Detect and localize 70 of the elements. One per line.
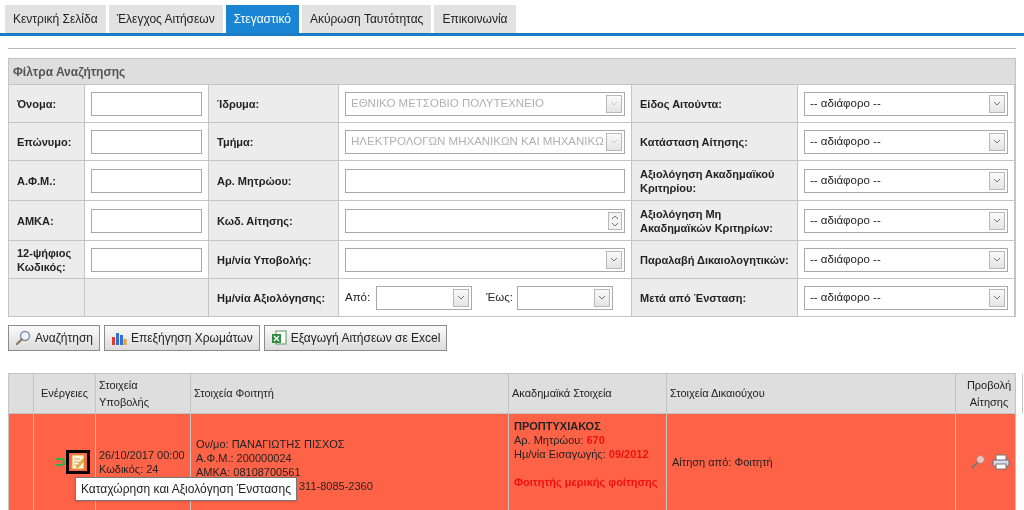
student-text: Ον/μο: ΠΑΝΑΓΙΩΤΗΣ ΠΙΣΧΟΣ (196, 437, 345, 451)
toolbar-button[interactable]: Επεξήγηση Χρωμάτων (103, 325, 260, 351)
column-header: Ενέργειες (40, 386, 89, 402)
bar-chart-icon (110, 330, 127, 346)
field-label: Ημ/νία Αξιολόγησης: (217, 290, 326, 305)
select-field[interactable]: -- αδιάφορο -- (804, 168, 1008, 193)
nav-tab[interactable]: Κεντρική Σελίδα (5, 5, 106, 33)
text-field[interactable] (91, 247, 202, 272)
status-note: Φοιτητής μερικής φοίτησης (514, 475, 659, 489)
field-label: Κωδ. Αίτησης: (217, 213, 293, 228)
nav-tab[interactable]: Ακύρωση Ταυτότητας (301, 5, 432, 33)
student-text: Α.Φ.Μ.: 200000024 (196, 451, 292, 465)
column-header: Στοιχεία Δικαιούχου (670, 386, 765, 402)
select-field[interactable]: -- αδιάφορο -- (804, 247, 1008, 272)
field-label: Αξιολόγηση Ακαδημαϊκού Κριτηρίου: (640, 166, 776, 195)
nav-tab[interactable]: Στεγαστικό (225, 5, 299, 33)
field-label: Όνομα: (17, 96, 57, 111)
academic-text: Αρ. Μητρώου: 670 (514, 433, 606, 447)
edit-document-icon[interactable] (66, 450, 90, 474)
field-label: Αξιολόγηση Μη Ακαδημαϊκών Κριτηρίων: (640, 206, 774, 235)
field-label: Μετά από Ένσταση: (640, 290, 747, 305)
select-field[interactable]: -- αδιάφορο -- (804, 208, 1008, 233)
field-label: Κατάσταση Αίτησης: (640, 134, 748, 149)
text-field[interactable] (91, 91, 202, 116)
field-label: Επώνυμο: (17, 134, 72, 149)
field-label: Αρ. Μητρώου: (217, 173, 292, 188)
table-row[interactable] (9, 413, 1015, 510)
student-text: ΑΜΚΑ: 08108700561 (196, 465, 301, 479)
field-label: 12-ψήφιος Κωδικός: (17, 245, 73, 274)
spinner-arrows-icon[interactable] (608, 211, 622, 230)
magnifier-icon[interactable] (969, 454, 986, 470)
field-label: ΑΜΚΑ: (17, 213, 54, 228)
column-header: Στοιχεία Υποβολής (99, 378, 151, 410)
select-field[interactable]: -- αδιάφορο -- (804, 285, 1008, 310)
academic-text: Ημ/νία Εισαγωγής: 09/2012 (514, 447, 650, 461)
select-field[interactable] (376, 285, 473, 310)
number-field[interactable] (345, 208, 625, 233)
field-label: Ίδρυμα: (217, 96, 260, 111)
study-level: ΠΡΟΠΤΥΧΙΑΚΟΣ (514, 419, 602, 433)
text-field[interactable] (345, 168, 625, 193)
spreadsheet-icon (270, 330, 287, 346)
printer-icon[interactable] (991, 454, 1010, 470)
student-text: 311-8085-2360 (299, 479, 373, 493)
search-icon (15, 330, 31, 346)
text-field[interactable] (91, 129, 202, 154)
submission-text: 26/10/2017 00:00 (99, 448, 186, 462)
select-field[interactable]: -- αδιάφορο -- (804, 91, 1008, 116)
text-field[interactable] (91, 168, 202, 193)
beneficiary-text: Αίτηση από: Φοιτητή (672, 454, 773, 470)
select-field[interactable] (345, 247, 625, 272)
nav-tab[interactable]: Επικοινωνία (434, 5, 516, 33)
tooltip: Καταχώρηση και Αξιολόγηση Ένστασης (75, 477, 297, 501)
field-label: Ημ/νία Υποβολής: (217, 252, 312, 267)
to-label: Έως: (486, 289, 513, 305)
select-field[interactable]: -- αδιάφορο -- (804, 129, 1008, 154)
nav-tab[interactable]: Έλεγχος Αιτήσεων (108, 5, 223, 33)
text-field[interactable] (91, 208, 202, 233)
column-header: Στοιχεία Φοιτητή (194, 386, 274, 402)
toolbar-button[interactable]: Αναζήτηση (8, 325, 100, 351)
field-label: Α.Φ.Μ.: (17, 173, 56, 188)
submission-text: Κωδικός: 24 (99, 462, 160, 476)
column-header: Ακαδημαϊκά Στοιχεία (512, 386, 612, 402)
from-label: Από: (345, 289, 371, 305)
toolbar-button[interactable]: Εξαγωγή Αιτήσεων σε Excel (263, 325, 448, 351)
panel-title: Φίλτρα Αναζήτησης (9, 59, 1015, 84)
select-field[interactable] (516, 285, 613, 310)
column-header: Προβολή Αίτησης (965, 378, 1013, 410)
field-label: Είδος Αιτούντα: (640, 96, 723, 111)
field-label: Παραλαβή Δικαιολογητικών: (640, 252, 789, 267)
field-label: Τμήμα: (217, 134, 254, 149)
